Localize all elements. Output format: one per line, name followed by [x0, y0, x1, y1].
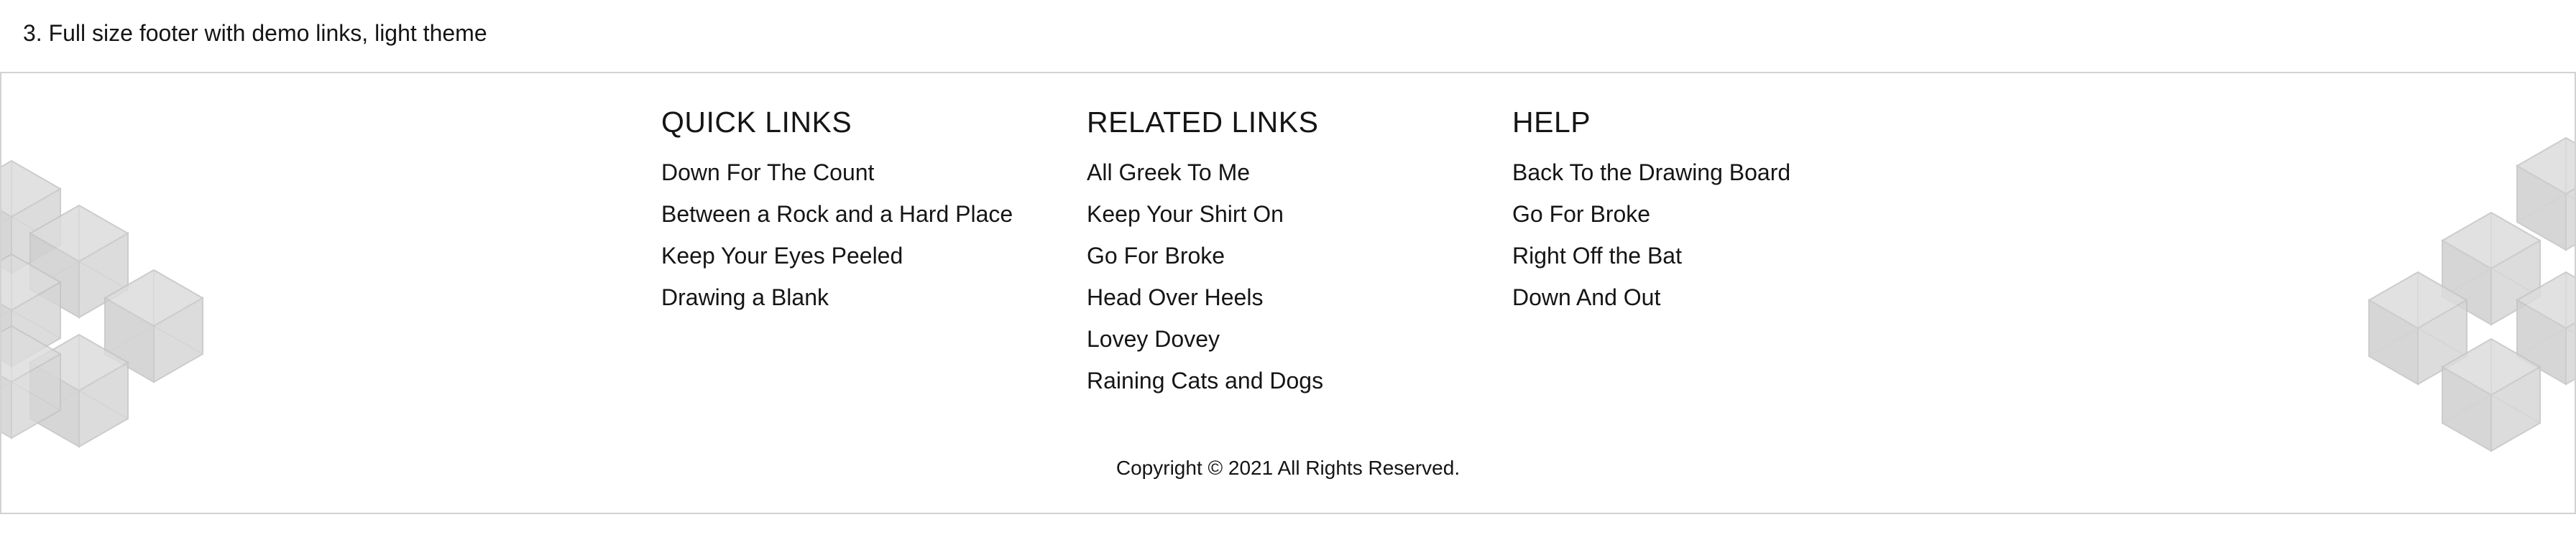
list-item: Right Off the Bat — [1512, 240, 1938, 281]
footer: QUICK LINKS Down For The Count Between a… — [0, 72, 2576, 514]
footer-link-list: All Greek To Me Keep Your Shirt On Go Fo… — [1087, 157, 1512, 406]
footer-link-list: Back To the Drawing Board Go For Broke R… — [1512, 157, 1938, 323]
footer-link[interactable]: Go For Broke — [1512, 201, 1650, 227]
list-item: Lovey Dovey — [1087, 323, 1512, 365]
footer-link[interactable]: Drawing a Blank — [661, 284, 829, 310]
footer-link[interactable]: Keep Your Shirt On — [1087, 201, 1284, 227]
cube-pattern-icon — [2337, 73, 2575, 513]
list-item: Drawing a Blank — [661, 281, 1087, 323]
footer-link[interactable]: Down For The Count — [661, 159, 874, 185]
footer-link-list: Down For The Count Between a Rock and a … — [661, 157, 1087, 323]
list-item: All Greek To Me — [1087, 157, 1512, 198]
footer-link-columns: QUICK LINKS Down For The Count Between a… — [661, 102, 1938, 406]
footer-column-heading: RELATED LINKS — [1087, 106, 1319, 139]
footer-link[interactable]: Raining Cats and Dogs — [1087, 368, 1323, 394]
demo-title: 3. Full size footer with demo links, lig… — [23, 20, 487, 46]
footer-link[interactable]: Back To the Drawing Board — [1512, 159, 1790, 185]
list-item: Go For Broke — [1512, 198, 1938, 240]
footer-column-help: HELP Back To the Drawing Board Go For Br… — [1512, 102, 1938, 406]
footer-link[interactable]: Go For Broke — [1087, 243, 1225, 269]
copyright-text: Copyright © 2021 All Rights Reserved. — [1116, 457, 1460, 479]
footer-column-heading: HELP — [1512, 106, 1591, 139]
footer-link[interactable]: Right Off the Bat — [1512, 243, 1682, 269]
footer-link[interactable]: Keep Your Eyes Peeled — [661, 243, 903, 269]
footer-link[interactable]: All Greek To Me — [1087, 159, 1250, 185]
list-item: Down And Out — [1512, 281, 1938, 323]
footer-link[interactable]: Lovey Dovey — [1087, 326, 1220, 352]
list-item: Back To the Drawing Board — [1512, 157, 1938, 198]
list-item: Keep Your Eyes Peeled — [661, 240, 1087, 281]
footer-link[interactable]: Down And Out — [1512, 284, 1660, 310]
footer-column-quick-links: QUICK LINKS Down For The Count Between a… — [661, 102, 1087, 406]
footer-column-related-links: RELATED LINKS All Greek To Me Keep Your … — [1087, 102, 1512, 406]
list-item: Between a Rock and a Hard Place — [661, 198, 1087, 240]
footer-link[interactable]: Between a Rock and a Hard Place — [661, 201, 1013, 227]
footer-link[interactable]: Head Over Heels — [1087, 284, 1263, 310]
footer-column-heading: QUICK LINKS — [661, 106, 852, 139]
list-item: Keep Your Shirt On — [1087, 198, 1512, 240]
cube-pattern-icon — [1, 73, 239, 513]
list-item: Go For Broke — [1087, 240, 1512, 281]
list-item: Raining Cats and Dogs — [1087, 365, 1512, 406]
list-item: Head Over Heels — [1087, 281, 1512, 323]
list-item: Down For The Count — [661, 157, 1087, 198]
